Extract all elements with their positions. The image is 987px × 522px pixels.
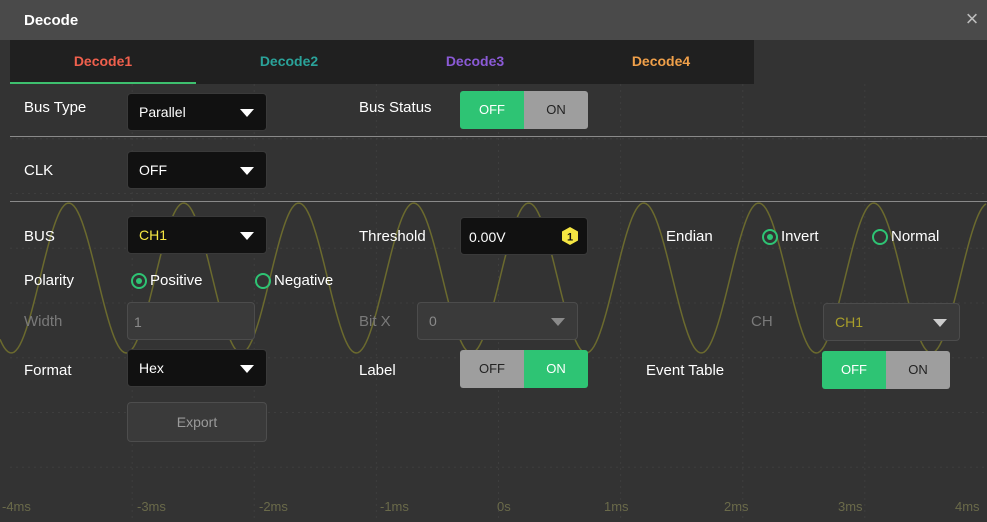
time-axis-label: 1ms xyxy=(604,499,629,514)
format-label: Format xyxy=(24,362,72,379)
bit-x-value: 0 xyxy=(429,313,437,329)
time-axis-label: -1ms xyxy=(380,499,409,514)
chevron-down-icon xyxy=(933,319,947,327)
clk-dropdown[interactable]: OFF xyxy=(127,151,267,189)
clk-label: CLK xyxy=(24,162,54,179)
label-toggle[interactable]: OFF ON xyxy=(460,350,588,388)
bus-label: BUS xyxy=(24,228,55,245)
ch-dropdown: CH1 xyxy=(823,303,960,341)
time-axis-label: 2ms xyxy=(724,499,749,514)
radio-selected-icon xyxy=(131,272,147,289)
bus-status-off-option[interactable]: OFF xyxy=(460,91,524,129)
bus-channel-dropdown[interactable]: CH1 xyxy=(127,216,267,254)
polarity-positive-radio[interactable]: Positive xyxy=(131,272,203,289)
polarity-label: Polarity xyxy=(24,272,75,289)
threshold-value: 0.00V xyxy=(469,229,506,245)
tab-decode1[interactable]: Decode1 xyxy=(10,40,196,84)
title-bar xyxy=(0,0,987,40)
label-on-option[interactable]: ON xyxy=(524,350,588,388)
time-axis-label: -2ms xyxy=(259,499,288,514)
section-divider xyxy=(10,201,987,202)
bit-x-label: Bit X xyxy=(359,313,391,330)
decode-tab-bar: Decode1 Decode2 Decode3 Decode4 xyxy=(10,40,754,84)
radio-selected-icon xyxy=(762,228,778,245)
polarity-negative-label: Negative xyxy=(274,272,334,289)
bus-status-on-option[interactable]: ON xyxy=(524,91,588,129)
time-axis-label: -3ms xyxy=(137,499,166,514)
threshold-label: Threshold xyxy=(359,228,426,245)
label-toggle-label: Label xyxy=(359,362,396,379)
width-input: 1 xyxy=(127,302,255,340)
clk-value: OFF xyxy=(139,162,167,178)
radio-unselected-icon xyxy=(255,272,271,289)
bus-channel-value: CH1 xyxy=(139,227,168,243)
polarity-positive-label: Positive xyxy=(150,272,203,289)
chevron-down-icon xyxy=(240,167,254,175)
radio-unselected-icon xyxy=(872,228,888,245)
width-value: 1 xyxy=(134,314,142,330)
event-table-on-option[interactable]: ON xyxy=(886,351,950,389)
chevron-down-icon xyxy=(240,109,254,117)
bus-status-toggle[interactable]: OFF ON xyxy=(460,91,588,129)
event-table-label: Event Table xyxy=(646,362,725,379)
chevron-down-icon xyxy=(240,365,254,373)
endian-invert-radio[interactable]: Invert xyxy=(762,228,819,245)
format-value: Hex xyxy=(139,360,164,376)
time-axis-label: -4ms xyxy=(2,499,31,514)
time-axis-label: 3ms xyxy=(838,499,863,514)
bus-type-dropdown[interactable]: Parallel xyxy=(127,93,267,131)
chevron-down-icon xyxy=(551,318,565,326)
channel1-badge-icon: 1 xyxy=(562,227,578,245)
event-table-off-option[interactable]: OFF xyxy=(822,351,886,389)
time-axis-label: 4ms xyxy=(955,499,980,514)
ch-value: CH1 xyxy=(835,314,864,330)
time-axis-label: 0s xyxy=(497,499,511,514)
tab-decode4[interactable]: Decode4 xyxy=(568,40,754,84)
endian-normal-label: Normal xyxy=(891,228,940,245)
endian-label: Endian xyxy=(666,228,713,245)
close-icon[interactable]: × xyxy=(961,8,983,30)
polarity-negative-radio[interactable]: Negative xyxy=(255,272,333,289)
event-table-toggle[interactable]: OFF ON xyxy=(822,351,950,389)
tab-decode3[interactable]: Decode3 xyxy=(382,40,568,84)
tab-decode2[interactable]: Decode2 xyxy=(196,40,382,84)
export-button: Export xyxy=(127,402,267,442)
endian-invert-label: Invert xyxy=(781,228,819,245)
threshold-input[interactable]: 0.00V 1 xyxy=(460,217,588,255)
endian-normal-radio[interactable]: Normal xyxy=(872,228,939,245)
chevron-down-icon xyxy=(240,232,254,240)
ch-label: CH xyxy=(751,313,773,330)
bus-type-label: Bus Type xyxy=(24,99,87,116)
section-divider xyxy=(10,136,987,137)
bus-status-label: Bus Status xyxy=(359,99,432,116)
label-off-option[interactable]: OFF xyxy=(460,350,524,388)
window-title: Decode xyxy=(24,12,79,29)
format-dropdown[interactable]: Hex xyxy=(127,349,267,387)
channel1-badge-text: 1 xyxy=(567,232,573,244)
bit-x-dropdown: 0 xyxy=(417,302,578,340)
width-label: Width xyxy=(24,313,63,330)
bus-type-value: Parallel xyxy=(139,104,186,120)
